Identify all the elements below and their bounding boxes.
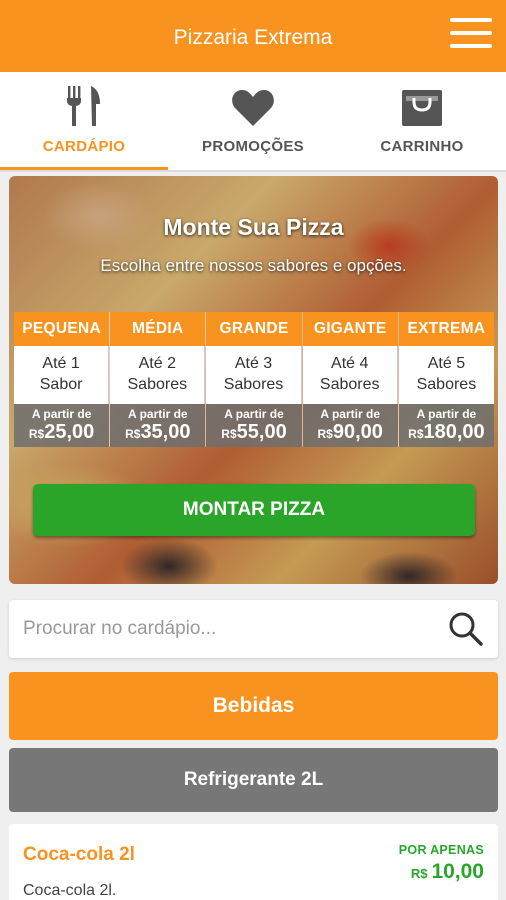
size-price: A partir de R$35,00	[110, 404, 206, 447]
price-tag-label: POR APENAS	[398, 843, 484, 857]
product-name: Coca-cola 2l	[23, 844, 135, 865]
size-name: GRANDE	[206, 312, 302, 346]
size-option-pequena[interactable]: PEQUENA Até 1 Sabor A partir de R$25,00	[14, 312, 111, 447]
size-option-grande[interactable]: GRANDE Até 3 Sabores A partir de R$55,00	[206, 312, 303, 447]
app-title: Pizzaria Extrema	[173, 26, 333, 49]
hamburger-menu-icon[interactable]	[450, 18, 492, 52]
category-header[interactable]: Bebidas	[9, 672, 498, 740]
tab-promocoes-label: PROMOÇÕES	[202, 138, 304, 155]
size-name: EXTREMA	[398, 312, 495, 346]
size-flavors: Até 3 Sabores	[206, 346, 302, 404]
app-header: Pizzaria Extrema	[0, 0, 506, 72]
menu-search-bar	[9, 600, 498, 658]
search-input[interactable]	[23, 614, 423, 644]
tab-cardapio[interactable]: CARDÁPIO	[0, 72, 168, 170]
size-name: MÉDIA	[110, 312, 206, 346]
size-flavors: Até 2 Sabores	[110, 346, 206, 404]
build-pizza-banner: Monte Sua Pizza Escolha entre nossos sab…	[9, 176, 498, 584]
size-option-gigante[interactable]: GIGANTE Até 4 Sabores A partir de R$90,00	[302, 312, 399, 447]
size-flavors: Até 5 Sabores	[398, 346, 495, 404]
size-options: PEQUENA Até 1 Sabor A partir de R$25,00 MÉ…	[14, 312, 495, 447]
tab-bar: CARDÁPIO PROMOÇÕES CARRINHO	[0, 72, 506, 172]
size-price: A partir de R$180,00	[398, 404, 495, 447]
tab-promocoes[interactable]: PROMOÇÕES	[169, 72, 337, 170]
size-name: GIGANTE	[302, 312, 398, 346]
subcategory-header[interactable]: Refrigerante 2L	[9, 748, 498, 812]
size-option-media[interactable]: MÉDIA Até 2 Sabores A partir de R$35,00	[110, 312, 207, 447]
product-description: Coca-cola 2l.	[23, 882, 117, 899]
fork-knife-icon	[0, 84, 168, 128]
product-price: R$ 10,00	[410, 860, 484, 883]
product-card[interactable]: Coca-cola 2l Coca-cola 2l. POR APENAS R$…	[9, 824, 498, 900]
size-name: PEQUENA	[14, 312, 110, 346]
size-price: A partir de R$25,00	[14, 404, 110, 447]
build-pizza-button[interactable]: MONTAR PIZZA	[33, 484, 475, 536]
size-price: A partir de R$55,00	[206, 404, 302, 447]
heart-icon	[169, 84, 337, 128]
tab-carrinho-label: CARRINHO	[380, 138, 464, 155]
tab-carrinho[interactable]: CARRINHO	[338, 72, 506, 170]
size-flavors: Até 4 Sabores	[302, 346, 398, 404]
size-price: A partir de R$90,00	[302, 404, 398, 447]
size-option-extrema[interactable]: EXTREMA Até 5 Sabores A partir de R$180,00	[398, 312, 495, 447]
size-flavors: Até 1 Sabor	[14, 346, 110, 404]
tab-cardapio-label: CARDÁPIO	[42, 138, 126, 155]
banner-subtitle: Escolha entre nossos sabores e opções.	[100, 256, 407, 275]
shopping-bag-icon	[338, 84, 506, 128]
banner-title: Monte Sua Pizza	[163, 214, 344, 240]
search-icon[interactable]	[448, 611, 484, 647]
